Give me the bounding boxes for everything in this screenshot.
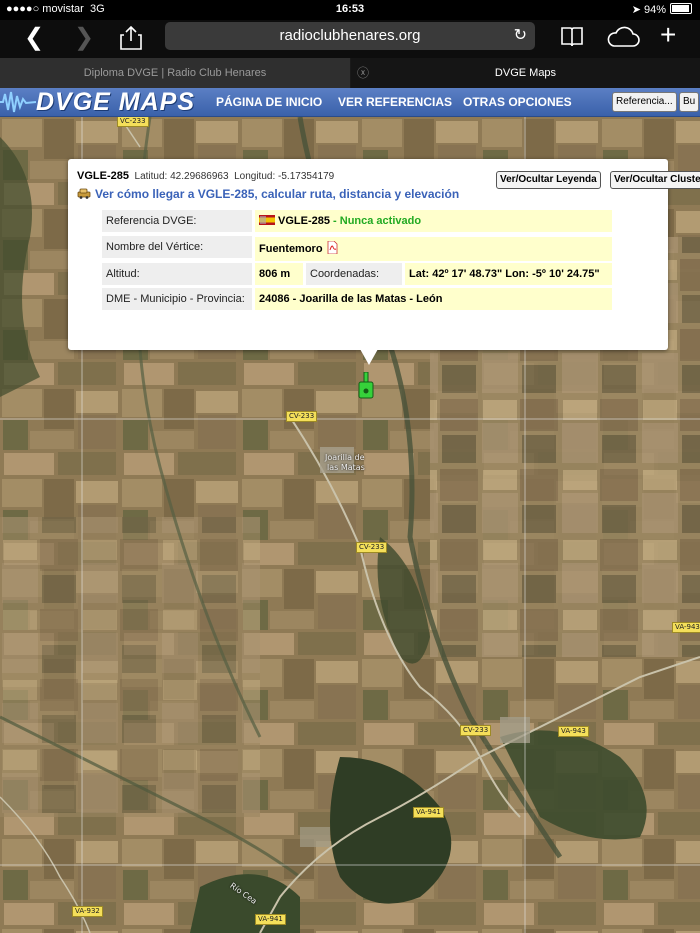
status-bar: ●●●●○ movistar 3G 16:53 ➤ 94% xyxy=(0,0,700,20)
reload-icon[interactable]: ↻ xyxy=(514,22,527,50)
popup-ref: VGLE-285 xyxy=(77,170,129,182)
road-label: VA-943 xyxy=(672,622,700,633)
road-label: CV-233 xyxy=(356,542,388,553)
tab-strip: Diploma DVGE | Radio Club Henares ⓧ DVGE … xyxy=(0,58,700,88)
nav-otras-opciones[interactable]: OTRAS OPCIONES xyxy=(463,95,572,109)
popup-header: VGLE-285 Latitud: 42.29686963 Longitud: … xyxy=(77,170,334,182)
altitude-label: Altitud: xyxy=(102,263,252,285)
coordinates-value: Lat: 42º 17' 48.73" Lon: -5º 10' 24.75" xyxy=(405,263,612,285)
tab-label[interactable]: Diploma DVGE | Radio Club Henares xyxy=(84,67,267,79)
toggle-legend-button[interactable]: Ver/Ocultar Leyenda xyxy=(496,171,601,189)
flag-icon xyxy=(259,215,275,225)
icloud-tabs-icon[interactable] xyxy=(606,26,640,53)
lon-value: -5.17354179 xyxy=(278,171,335,182)
lat-value: 42.29686963 xyxy=(170,171,229,182)
road-label: CV-233 xyxy=(286,411,318,422)
route-link[interactable]: Ver cómo llegar a VGLE-285, calcular rut… xyxy=(77,187,459,201)
activation-status: - Nunca activado xyxy=(329,215,422,227)
road-label: VC-233 xyxy=(117,117,149,127)
close-tab-icon[interactable]: ⓧ xyxy=(357,58,369,88)
waveform-logo-icon xyxy=(0,91,36,113)
altitude-value: 806 m xyxy=(255,263,303,285)
dme-value: 24086 - Joarilla de las Matas - León xyxy=(255,288,612,310)
town-label: Joarilla de xyxy=(325,453,365,462)
town-label: las Matas xyxy=(327,463,365,472)
lat-label: Latitud: xyxy=(134,171,168,182)
site-logo[interactable]: DVGE MAPS xyxy=(36,88,195,116)
ref-dvge-code: VGLE-285 xyxy=(278,215,330,227)
tab-diploma-dvge[interactable]: Diploma DVGE | Radio Club Henares xyxy=(0,58,351,88)
vertex-info-popup: VGLE-285 Latitud: 42.29686963 Longitud: … xyxy=(68,159,700,350)
vertex-marker-icon[interactable] xyxy=(358,372,374,400)
search-button[interactable]: Bu xyxy=(679,92,700,112)
route-link-text[interactable]: Ver cómo llegar a VGLE-285, calcular rut… xyxy=(95,187,459,201)
forward-icon[interactable]: ❯ xyxy=(74,26,94,50)
road-label: CV-233 xyxy=(460,725,492,736)
popup-pointer xyxy=(360,349,378,365)
road-label: VA-941 xyxy=(255,914,286,925)
vertex-name-label: Nombre del Vértice: xyxy=(102,236,252,258)
site-header: DVGE MAPS PÁGINA DE INICIO VER REFERENCI… xyxy=(0,88,700,117)
tab-label[interactable]: DVGE Maps xyxy=(495,67,556,79)
pdf-icon[interactable] xyxy=(327,241,338,254)
location-arrow-icon: ➤ xyxy=(631,4,641,16)
tab-dvge-maps[interactable]: ⓧ DVGE Maps xyxy=(351,58,700,88)
clock: 16:53 xyxy=(335,3,365,15)
lon-label: Longitud: xyxy=(234,171,276,182)
car-route-icon xyxy=(77,188,91,199)
road-label: VA-932 xyxy=(72,906,103,917)
ref-dvge-value: VGLE-285 - Nunca activado xyxy=(255,210,612,232)
vertex-name-value: Fuentemoro xyxy=(255,237,612,261)
ref-dvge-label: Referencia DVGE: xyxy=(102,210,252,232)
toggle-cluster-button[interactable]: Ver/Ocultar Cluste xyxy=(610,171,700,189)
coordinates-label: Coordenadas: xyxy=(306,263,402,285)
url-text[interactable]: radioclubhenares.org xyxy=(280,27,421,44)
nav-ver-referencias[interactable]: VER REFERENCIAS xyxy=(338,95,452,109)
reference-search-input[interactable]: Referencia... xyxy=(612,92,677,112)
address-bar[interactable]: radioclubhenares.org ↻ xyxy=(165,22,535,50)
battery-percent: 94% xyxy=(643,4,666,16)
battery-icon xyxy=(670,3,692,14)
dme-label: DME - Municipio - Provincia: xyxy=(102,288,252,310)
new-tab-icon[interactable]: + xyxy=(660,21,676,49)
share-icon[interactable] xyxy=(120,25,142,55)
road-label: VA-941 xyxy=(413,807,444,818)
nav-pagina-inicio[interactable]: PÁGINA DE INICIO xyxy=(216,95,322,109)
bookmarks-icon[interactable] xyxy=(560,26,584,53)
back-icon[interactable]: ❮ xyxy=(24,26,44,50)
vertex-name-text: Fuentemoro xyxy=(259,243,323,255)
road-label: VA-943 xyxy=(558,726,589,737)
